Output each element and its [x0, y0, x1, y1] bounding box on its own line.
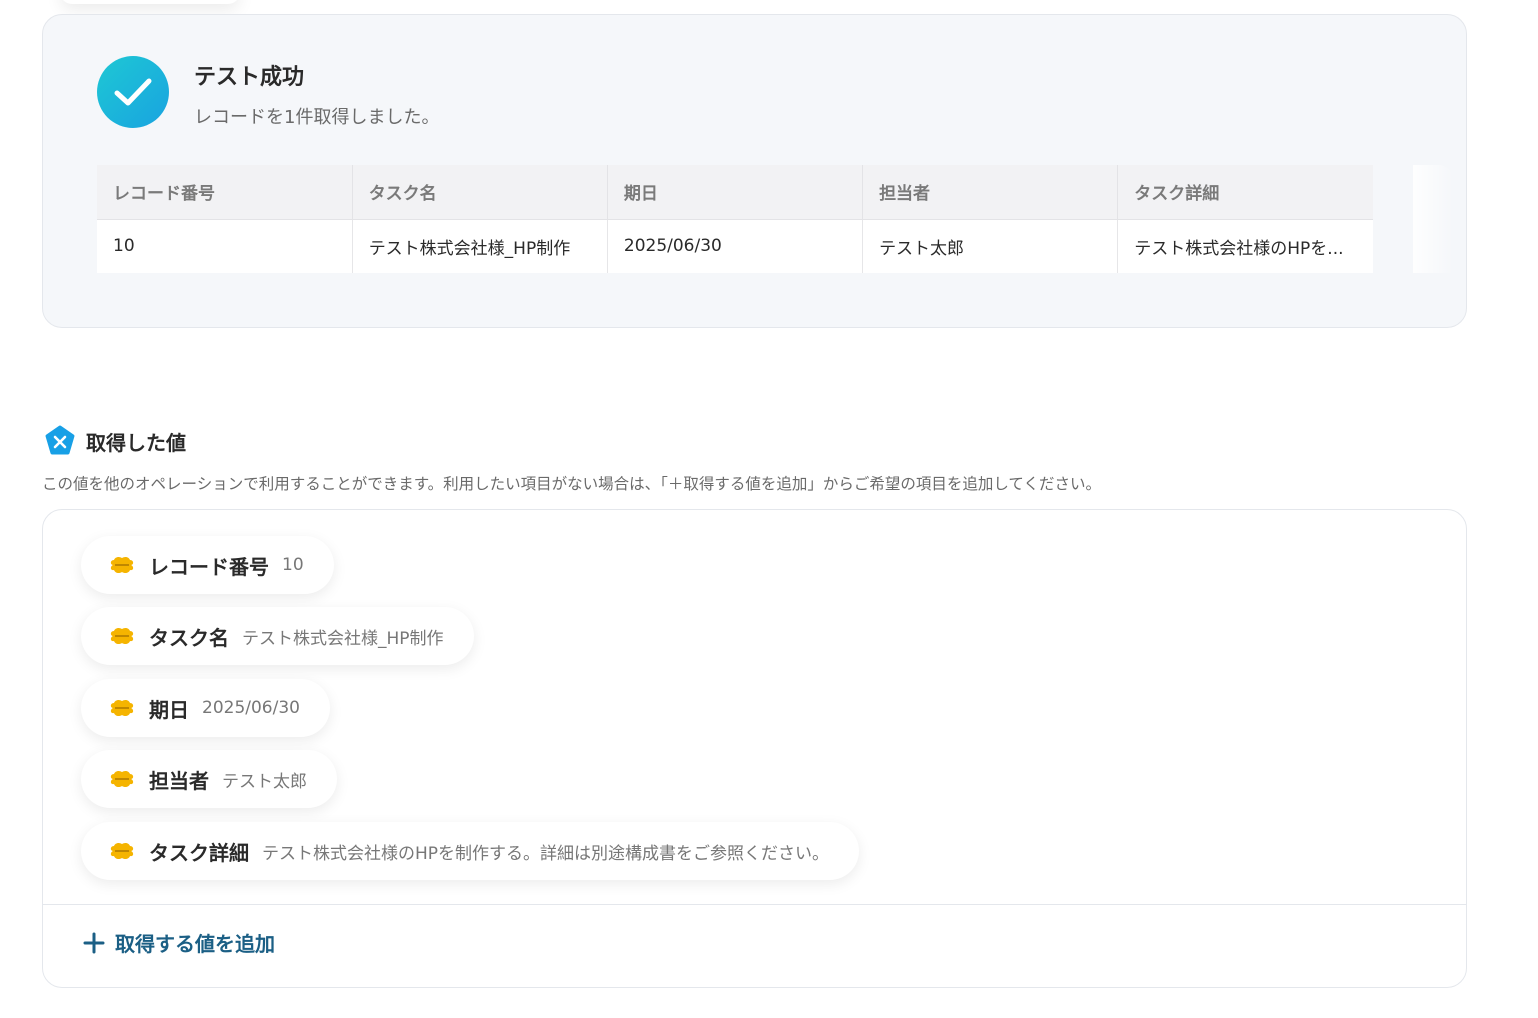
- result-table-container: レコード番号 タスク名 期日 担当者 タスク詳細 10 テスト株式会社様_HP制…: [97, 165, 1453, 273]
- value-chip-value: テスト太郎: [222, 771, 307, 792]
- table-cell: テスト株式会社様_HP制作: [352, 219, 608, 273]
- value-chip-label: レコード番号: [149, 554, 269, 579]
- kintone-icon: [110, 627, 134, 645]
- table-cell: 10: [97, 219, 353, 273]
- section-header: 取得した値: [44, 425, 186, 457]
- kintone-icon: [110, 770, 134, 788]
- column-header: レコード番号: [97, 165, 353, 220]
- column-header: タスク詳細: [1117, 165, 1373, 220]
- value-chip[interactable]: タスク名 テスト株式会社様_HP制作: [81, 607, 474, 665]
- value-chip-label: タスク詳細: [149, 840, 249, 865]
- value-chip-value: テスト株式会社様のHPを制作する。詳細は別途構成書をご参照ください。: [262, 843, 830, 864]
- column-header: タスク名: [352, 165, 608, 220]
- value-chip[interactable]: 期日 2025/06/30: [81, 679, 330, 737]
- value-chip-label: タスク名: [149, 625, 229, 650]
- value-chip[interactable]: タスク詳細 テスト株式会社様のHPを制作する。詳細は別途構成書をご参照ください。: [81, 822, 860, 880]
- column-header: 期日: [607, 165, 864, 220]
- add-value-label: 取得する値を追加: [115, 932, 275, 956]
- kintone-icon: [110, 699, 134, 717]
- value-chip[interactable]: 担当者 テスト太郎: [81, 750, 337, 808]
- value-chip[interactable]: レコード番号 10: [81, 536, 334, 594]
- add-value-button[interactable]: 取得する値を追加: [83, 928, 275, 957]
- value-chip-value: 2025/06/30: [202, 698, 300, 718]
- table-cell: テスト株式会社様のHPを...: [1117, 219, 1373, 273]
- plus-icon: [83, 932, 105, 953]
- table-cell: テスト太郎: [862, 219, 1119, 273]
- value-chip-label: 担当者: [149, 768, 209, 793]
- check-circle-icon: [97, 56, 169, 128]
- table-scroll-fade: [1413, 165, 1453, 273]
- result-table: レコード番号 タスク名 期日 担当者 タスク詳細 10 テスト株式会社様_HP制…: [97, 165, 1373, 273]
- table-row: 10 テスト株式会社様_HP制作 2025/06/30 テスト太郎 テスト株式会…: [97, 219, 1373, 273]
- section-title: 取得した値: [86, 430, 186, 455]
- table-header-row: レコード番号 タスク名 期日 担当者 タスク詳細: [97, 165, 1373, 220]
- value-chip-value: テスト株式会社様_HP制作: [242, 628, 444, 649]
- test-result-card: テスト成功 レコードを1件取得しました。 レコード番号 タスク名 期日 担当者 …: [42, 14, 1467, 328]
- acquired-values-card: レコード番号 10 タスク名 テスト株式会社様_HP制作 期日 2025/06/…: [42, 509, 1467, 988]
- column-header: 担当者: [862, 165, 1119, 220]
- result-subtitle: レコードを1件取得しました。: [194, 107, 440, 128]
- table-cell: 2025/06/30: [607, 219, 864, 273]
- value-chip-value: 10: [282, 555, 304, 575]
- result-title: テスト成功: [194, 65, 305, 90]
- kintone-icon: [110, 556, 134, 574]
- value-chip-label: 期日: [149, 697, 189, 722]
- section-description: この値を他のオペレーションで利用することができます。利用したい項目がない場合は、…: [42, 475, 1101, 493]
- kintone-icon: [110, 842, 134, 860]
- previous-panel-edge: [60, 0, 240, 4]
- card-divider: [43, 904, 1466, 905]
- variable-icon: [45, 425, 75, 455]
